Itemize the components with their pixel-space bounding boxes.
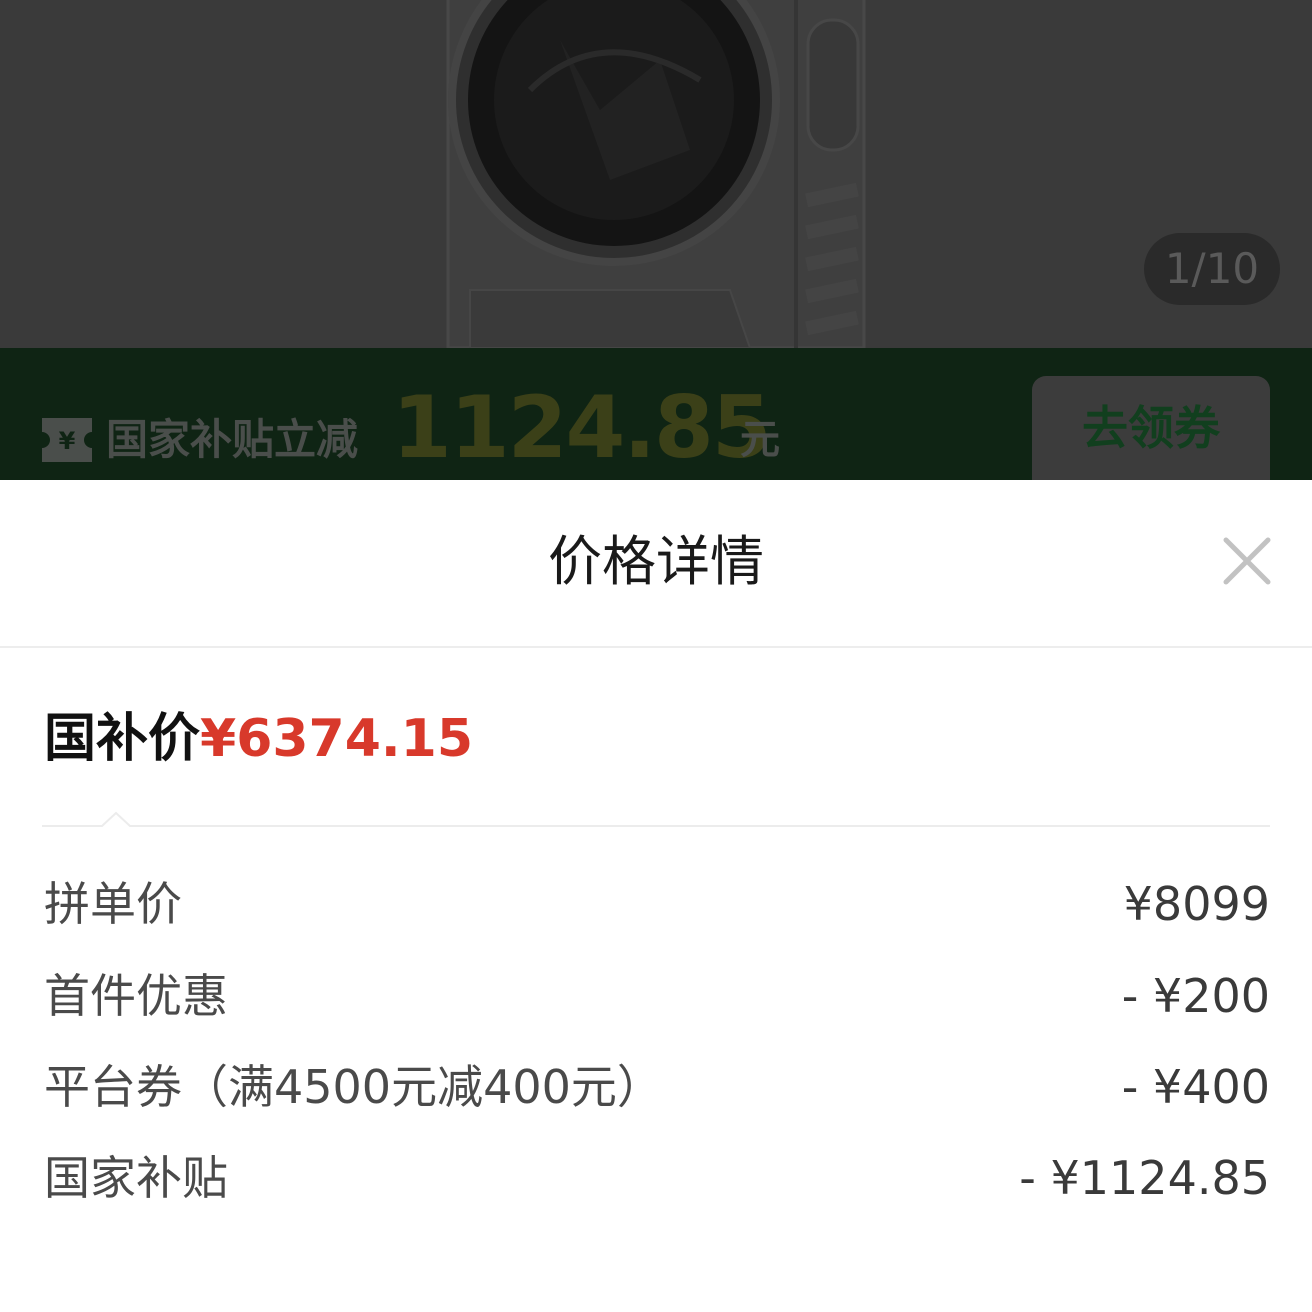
breakdown-row-national-subsidy: 国家补贴 - ¥1124.85: [44, 1148, 1270, 1208]
sheet-header: 价格详情: [0, 480, 1312, 646]
washing-machine-image: [446, 0, 866, 348]
yen-ticket-icon: ¥: [42, 418, 92, 462]
breakdown-value: ¥8099: [1123, 877, 1270, 931]
close-icon[interactable]: [1218, 532, 1276, 590]
breakdown-row-group-price: 拼单价 ¥8099: [44, 874, 1270, 934]
product-image-area[interactable]: 1/10: [0, 0, 1312, 348]
final-price: 国补价¥6374.15: [44, 704, 473, 774]
breakdown-label: 国家补贴: [44, 1151, 228, 1205]
breakdown-label: 平台券（满4500元减400元）: [44, 1060, 663, 1114]
price-divider: [42, 811, 1270, 827]
image-page-counter: 1/10: [1144, 233, 1280, 305]
sheet-title: 价格详情: [548, 530, 764, 593]
ticket-symbol: ¥: [59, 427, 76, 455]
breakdown-value: - ¥400: [1121, 1060, 1270, 1114]
breakdown-label: 首件优惠: [44, 969, 228, 1023]
subsidy-amount: 1124.85: [392, 378, 772, 478]
final-price-value: ¥6374.15: [200, 709, 474, 769]
get-coupon-button[interactable]: 去领券: [1032, 376, 1270, 480]
subsidy-label: 国家补贴立减: [106, 415, 359, 464]
breakdown-row-first-item-discount: 首件优惠 - ¥200: [44, 966, 1270, 1026]
subsidy-unit: 元: [740, 417, 780, 463]
breakdown-label: 拼单价: [44, 877, 182, 931]
final-price-label: 国补价: [44, 709, 201, 769]
breakdown-value: - ¥200: [1121, 969, 1270, 1023]
breakdown-value: - ¥1124.85: [1019, 1151, 1270, 1205]
header-divider: [0, 646, 1312, 648]
breakdown-row-platform-coupon: 平台券（满4500元减400元） - ¥400: [44, 1057, 1270, 1117]
